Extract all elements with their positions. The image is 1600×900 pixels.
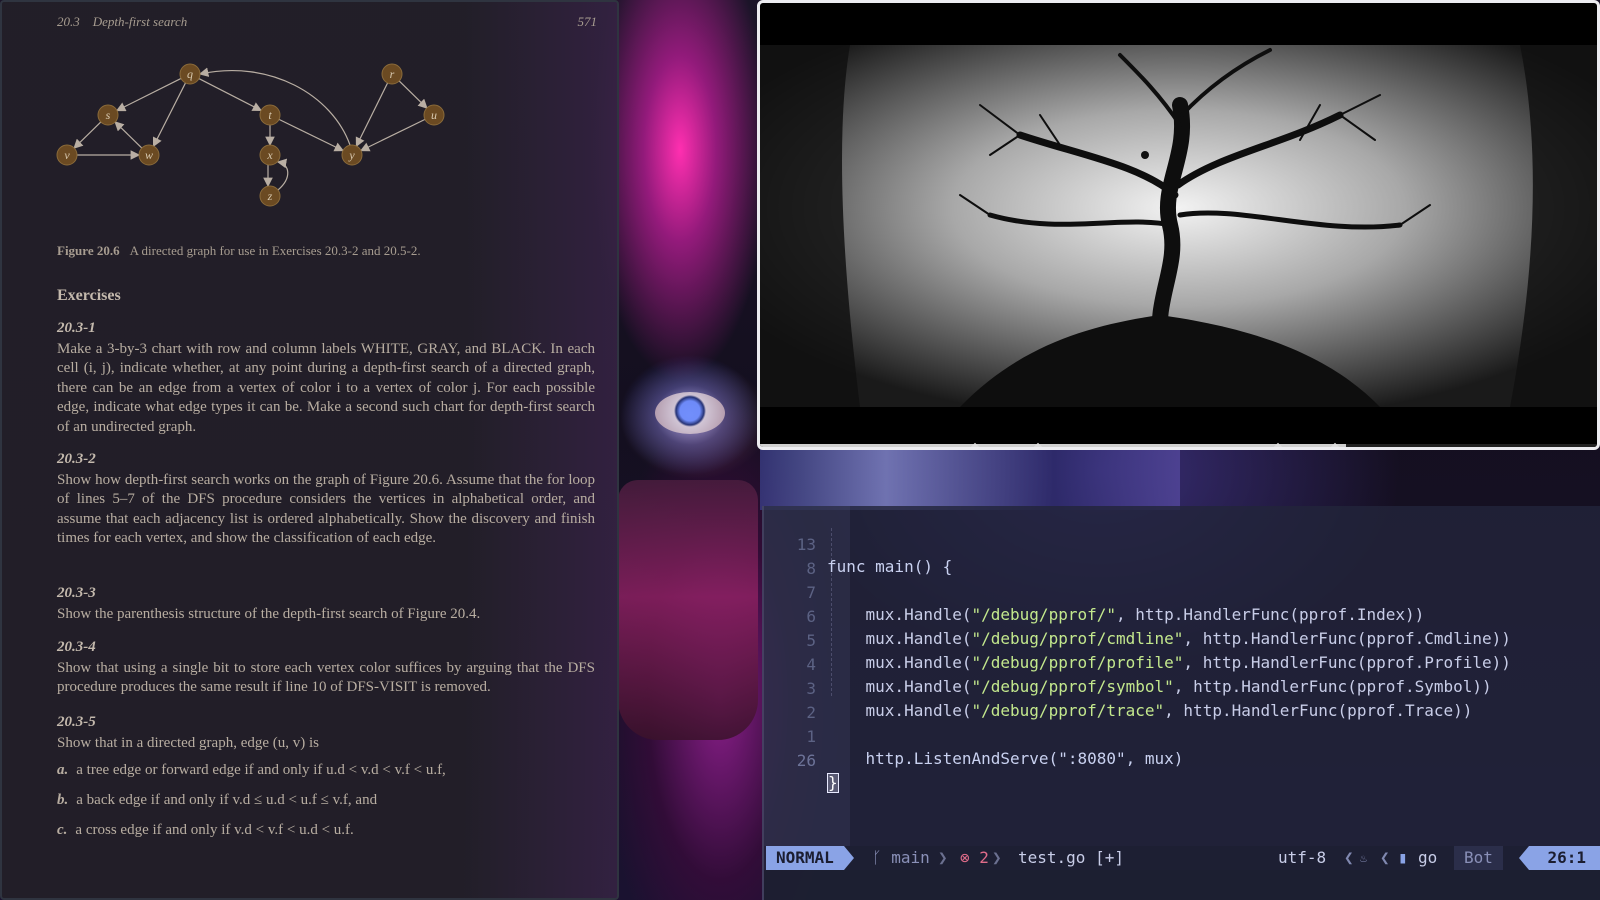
graph-vertex-label: q xyxy=(187,67,193,81)
exercise-3: 20.3-3 Show the parenthesis structure of… xyxy=(57,584,595,624)
separator-icon: ❯ xyxy=(992,848,1002,867)
exercise-text: Show that using a single bit to store ea… xyxy=(57,659,595,696)
graph-edge-r-u xyxy=(398,80,428,109)
graph-vertex-label: w xyxy=(145,148,153,162)
diagnostics-errors: ⊗ 2 xyxy=(960,848,989,867)
graph-vertex-label: x xyxy=(266,148,273,162)
graph-edge-q-s xyxy=(115,77,182,112)
graph-edge-q-t xyxy=(198,78,263,111)
exercise-text: Make a 3-by-3 chart with row and column … xyxy=(57,340,595,435)
graph-edge-z-x xyxy=(276,158,289,191)
figure-graph: q rs t uv w x yz xyxy=(56,63,445,207)
graph-edge-r-y xyxy=(355,82,389,148)
code-line[interactable]: 7 mux.Handle("/debug/pprof/", http.Handl… xyxy=(764,560,1594,624)
wallpaper-helmet xyxy=(760,440,1180,510)
pdf-viewer[interactable]: 20.3 Depth-first search 571 qrstuvwxyz F… xyxy=(0,0,619,900)
exercise-number: 20.3-5 xyxy=(57,714,96,730)
exercise-5: 20.3-5 Show that in a directed graph, ed… xyxy=(57,713,595,753)
graph-vertex-label: v xyxy=(64,148,70,162)
exercise-text: Show the parenthesis structure of the de… xyxy=(57,605,481,622)
wallpaper-eye xyxy=(655,392,725,434)
status-line: NORMAL ᚴ main ❯ ⊗ 2 ❯ test.go [+] utf-8 … xyxy=(766,846,1600,870)
graph-edge-u-y xyxy=(359,118,426,152)
go-file-icon: ▮ xyxy=(1398,848,1408,867)
list-item: c. a cross edge if and only if v.d < v.f … xyxy=(57,822,354,838)
file-name: test.go [+] xyxy=(1018,848,1124,867)
video-seekbar[interactable] xyxy=(760,444,1597,447)
exercise-number: 20.3-2 xyxy=(57,451,96,467)
text-cursor: } xyxy=(827,773,839,793)
figure-caption-text: A directed graph for use in Exercises 20… xyxy=(129,243,421,258)
git-branch: ᚴ main xyxy=(872,848,930,867)
figure-caption: Figure 20.6 A directed graph for use in E… xyxy=(57,243,421,259)
separator-icon: ❮ xyxy=(1380,848,1390,867)
graph-vertex-label: r xyxy=(390,67,395,81)
graph-edge-t-y xyxy=(278,118,345,152)
exercise-1: 20.3-1 Make a 3-by-3 chart with row and … xyxy=(57,319,595,437)
code-line[interactable]: 5 mux.Handle("/debug/pprof/profile", htt… xyxy=(764,608,1594,672)
exercise-2: 20.3-2 Show how depth-first search works… xyxy=(57,450,595,549)
flame-icon: ♨ xyxy=(1360,851,1368,865)
graph-edge-w-s xyxy=(114,121,143,149)
graph-vertex-label: y xyxy=(348,148,355,162)
code-line[interactable]: 13 func main() { xyxy=(764,512,1594,576)
video-frame-tree xyxy=(760,45,1597,407)
code-line[interactable]: 3 mux.Handle("/debug/pprof/trace", http.… xyxy=(764,656,1594,720)
exercise-number: 20.3-4 xyxy=(57,639,96,655)
graph-vertex-label: z xyxy=(267,189,273,203)
code-line-current[interactable]: 26 } xyxy=(764,728,1594,793)
code-line[interactable]: 1 http.ListenAndServe(":8080", mux) xyxy=(764,704,1594,768)
exercise-number: 20.3-3 xyxy=(57,585,96,601)
exercise-4: 20.3-4 Show that using a single bit to s… xyxy=(57,638,595,698)
video-player[interactable] xyxy=(757,0,1600,450)
exercise-number: 20.3-1 xyxy=(57,320,96,336)
git-branch-icon: ᚴ xyxy=(872,848,882,867)
file-encoding: utf-8 xyxy=(1278,848,1327,867)
scroll-position: Bot xyxy=(1454,846,1503,870)
cursor-position: 26:1 xyxy=(1519,846,1600,870)
code-line[interactable]: 8 xyxy=(764,536,1594,578)
separator-icon: ❮ xyxy=(1344,848,1354,867)
list-item: a. a tree edge or forward edge if and onl… xyxy=(57,762,446,778)
exercises-heading: Exercises xyxy=(57,287,121,304)
video-progress xyxy=(760,444,1346,447)
graph-edge-s-v xyxy=(73,121,102,149)
code-line[interactable]: 2 xyxy=(764,680,1594,722)
code-line[interactable]: 4 mux.Handle("/debug/pprof/symbol", http… xyxy=(764,632,1594,696)
wallpaper-mask xyxy=(618,480,758,740)
separator-icon: ❯ xyxy=(938,848,948,867)
graph-vertex-label: s xyxy=(106,108,111,122)
graph-vertex-label: u xyxy=(431,108,437,122)
error-circle-icon: ⊗ xyxy=(960,848,970,867)
mode-indicator: NORMAL xyxy=(766,846,854,870)
command-line[interactable] xyxy=(764,870,1600,900)
list-item: b. a back edge if and only if v.d ≤ u.d <… xyxy=(57,792,378,808)
exercise-text: Show that in a directed graph, edge (u, … xyxy=(57,734,320,751)
figure-label: Figure 20.6 xyxy=(57,243,120,258)
code-editor[interactable]: 13 func main() { 8 7 mux.Handle("/debug/… xyxy=(762,506,1600,900)
graph-edge-q-w xyxy=(152,82,187,148)
exercise-text: Show how depth-first search works on the… xyxy=(57,471,595,547)
code-line[interactable]: 6 mux.Handle("/debug/pprof/cmdline", htt… xyxy=(764,584,1594,648)
file-type: go xyxy=(1418,848,1438,867)
